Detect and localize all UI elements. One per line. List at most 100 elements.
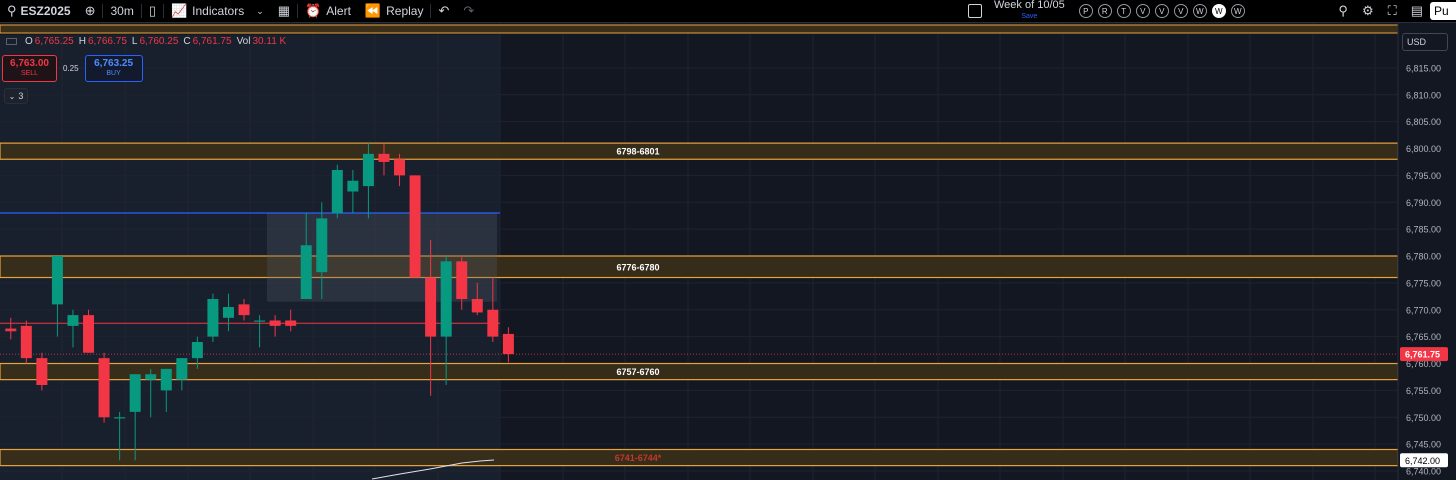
timeframe-circle-w[interactable]: W: [1211, 4, 1226, 18]
undo-button[interactable]: ↶: [431, 0, 456, 22]
candle-body: [20, 325, 32, 359]
redo-button[interactable]: ↷: [456, 0, 481, 22]
snapshot-button[interactable]: ▤: [1404, 0, 1430, 22]
close-value: 6,761.75: [192, 36, 232, 47]
candle-body: [487, 309, 499, 337]
timeframe-circle-v[interactable]: V: [1154, 4, 1169, 18]
y-tick-label: 6,755.00: [1406, 386, 1441, 396]
buy-button[interactable]: 6,763.25 BUY: [84, 55, 143, 82]
indicators-icon: 📈: [170, 3, 188, 18]
candle-body: [98, 358, 110, 418]
volume-label: Vol: [236, 36, 251, 47]
gear-icon: ⚙: [1361, 3, 1374, 18]
support-resistance-zone: [0, 448, 1399, 467]
buy-price: 6,763.25: [94, 57, 134, 69]
indicators-label: Indicators: [192, 4, 245, 18]
indicators-button[interactable]: 📈 Indicators ⌄: [164, 0, 271, 22]
candle-body: [254, 320, 266, 322]
replay-label: Replay: [386, 4, 424, 18]
y-tick-label: 6,775.00: [1406, 278, 1441, 288]
low-value: 6,760.25: [139, 36, 179, 47]
y-tick-label: 6,765.00: [1406, 332, 1441, 342]
chart-type-button[interactable]: ▯: [142, 0, 163, 22]
y-tick-label: 6,785.00: [1406, 225, 1441, 235]
sell-price: 6,763.00: [10, 57, 49, 69]
right-toolbar: ⚲ ⚙ ⛶ ▤ Pu: [1331, 0, 1456, 22]
sell-button[interactable]: 6,763.00 SELL: [2, 55, 57, 82]
settings-button[interactable]: ⚙: [1355, 0, 1381, 22]
timeframe-circle-v[interactable]: V: [1135, 4, 1150, 18]
candle-body: [51, 256, 63, 305]
secondary-price-value: 6,742.00: [1405, 456, 1440, 466]
candle-body: [207, 299, 219, 337]
symbol-label: ESZ2025: [20, 4, 71, 18]
candle-body: [316, 218, 328, 273]
zone-label: 6798-6801: [616, 147, 659, 157]
candle-body: [285, 320, 297, 326]
undo-icon: ↶: [438, 3, 450, 18]
y-tick-label: 6,800.00: [1406, 144, 1441, 154]
high-label: H: [78, 36, 86, 47]
y-tick-label: 6,780.00: [1406, 252, 1441, 262]
interval-button[interactable]: 30m: [103, 0, 140, 22]
candle-body: [238, 304, 250, 316]
fullscreen-button[interactable]: ⛶: [1381, 0, 1404, 22]
candle-body: [440, 261, 452, 337]
candle-body: [5, 328, 17, 332]
ohlc-legend: O 6,765.25 H 6,766.75 L 6,760.25 C 6,761.75 …: [6, 36, 289, 47]
week-save-link[interactable]: Save: [1021, 11, 1037, 22]
candle-body: [331, 170, 343, 213]
alert-button[interactable]: ⏰ Alert: [298, 0, 358, 22]
fullscreen-icon: ⛶: [1387, 3, 1397, 18]
templates-button[interactable]: ▦: [271, 0, 297, 22]
support-resistance-zone: [0, 255, 1399, 279]
y-tick-label: 6,815.00: [1406, 63, 1441, 73]
week-group: Week of 10/05 Save PRTVVVWWW: [968, 0, 1245, 22]
week-checkbox[interactable]: [968, 4, 982, 18]
y-tick-label: 6,740.00: [1406, 467, 1441, 477]
close-label: C: [183, 36, 191, 47]
replay-button[interactable]: ⏪ Replay: [358, 0, 431, 22]
candle-body: [300, 245, 312, 299]
low-label: L: [131, 36, 138, 47]
indicator-count: 3: [18, 91, 24, 101]
support-resistance-zone: [0, 362, 1399, 381]
timeframe-circle-w[interactable]: W: [1230, 4, 1245, 18]
candle-body: [378, 153, 390, 162]
candles-icon: ▯: [148, 3, 156, 18]
support-resistance-zone: [0, 142, 1399, 160]
high-value: 6,766.75: [87, 36, 127, 47]
indicators-collapse-button[interactable]: ⌄ 3: [4, 88, 28, 104]
open-value: 6,765.25: [34, 36, 74, 47]
spread-value: 0.25: [63, 64, 79, 73]
zone-label: 6757-6760: [616, 367, 659, 377]
zone-label: 6741-6744*: [615, 453, 662, 463]
candle-body: [129, 374, 141, 412]
candle-body: [145, 374, 157, 380]
legend-toggle-icon[interactable]: [6, 38, 17, 45]
y-tick-label: 6,795.00: [1406, 171, 1441, 181]
compare-button[interactable]: ⊕: [78, 0, 103, 22]
publish-button[interactable]: Pu: [1430, 2, 1456, 20]
timeframe-circle-p[interactable]: P: [1078, 4, 1093, 18]
y-tick-label: 6,745.00: [1406, 440, 1441, 450]
week-selector[interactable]: Week of 10/05 Save: [968, 0, 1065, 22]
top-toolbar: ⚲ ESZ2025 ⊕ 30m ▯ 📈 Indicators ⌄ ▦ ⏰ Ale…: [0, 0, 1456, 23]
timeframe-circle-r[interactable]: R: [1097, 4, 1112, 18]
open-label: O: [25, 36, 33, 47]
quick-search-button[interactable]: ⚲: [1331, 0, 1355, 22]
price-chart[interactable]: 6798-6801 6776-6780 6757-6760 6741-6744* 6,7…: [0, 23, 1456, 480]
buy-label: BUY: [106, 69, 121, 77]
chevron-down-icon: ⌄: [256, 5, 264, 16]
currency-button[interactable]: USD: [1402, 33, 1448, 51]
redo-icon: ↷: [463, 3, 475, 18]
candle-body: [502, 333, 514, 355]
timeframe-circle-v[interactable]: V: [1173, 4, 1188, 18]
symbol-search[interactable]: ⚲ ESZ2025: [0, 0, 78, 22]
timeframe-circle-t[interactable]: T: [1116, 4, 1131, 18]
candle-body: [222, 307, 234, 318]
timeframe-circles: PRTVVVWWW: [1078, 4, 1245, 18]
timeframe-circle-w[interactable]: W: [1192, 4, 1207, 18]
candle-body: [425, 277, 437, 337]
alert-label: Alert: [326, 4, 351, 18]
